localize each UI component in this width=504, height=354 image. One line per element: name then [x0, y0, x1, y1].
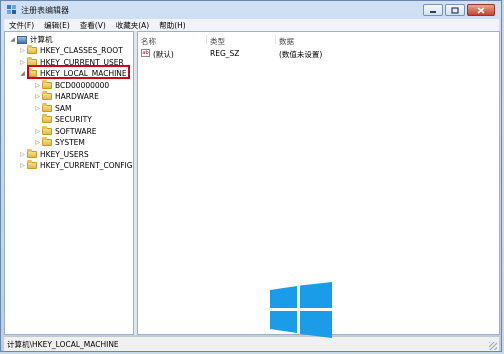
- tree-item-label: HKEY_USERS: [40, 149, 89, 159]
- folder-icon: [27, 148, 37, 158]
- folder-icon: [42, 79, 52, 89]
- computer-icon: [17, 35, 27, 44]
- watermark-url: www.win10xitong.com: [349, 321, 462, 332]
- status-path: 计算机\HKEY_LOCAL_MACHINE: [7, 340, 119, 349]
- menu-bar: 文件(F) 编辑(E) 查看(V) 收藏夹(A) 帮助(H): [4, 19, 499, 31]
- collapse-icon[interactable]: ◢: [19, 70, 26, 77]
- tree-item-label: BCD00000000: [55, 80, 110, 90]
- expand-icon[interactable]: ▷: [19, 151, 26, 158]
- value-name: (默认): [153, 50, 174, 59]
- folder-icon: [42, 125, 52, 135]
- string-value-icon: ab: [141, 49, 150, 57]
- maximize-button[interactable]: [445, 4, 465, 16]
- expand-icon[interactable]: ▷: [19, 162, 26, 169]
- watermark-title: Win10 之家: [342, 291, 474, 317]
- expand-icon[interactable]: ▷: [19, 47, 26, 54]
- menu-file[interactable]: 文件(F): [4, 19, 39, 31]
- title-bar: 注册表编辑器: [1, 1, 501, 19]
- folder-icon: [27, 160, 37, 169]
- tree-item-label: 计算机: [30, 35, 53, 44]
- table-row[interactable]: ab (默认) REG_SZ (数值未设置): [140, 48, 495, 59]
- menu-favorites[interactable]: 收藏夹(A): [111, 19, 154, 31]
- expand-icon[interactable]: ▷: [34, 82, 41, 89]
- tree-item-computer[interactable]: ◢ 计算机: [9, 34, 53, 45]
- expand-icon[interactable]: ▷: [34, 105, 41, 112]
- expand-icon[interactable]: ▷: [34, 93, 41, 100]
- folder-icon: [42, 137, 52, 146]
- expand-icon[interactable]: ▷: [34, 139, 41, 146]
- column-divider[interactable]: [275, 35, 276, 44]
- expand-icon[interactable]: ▷: [19, 59, 26, 66]
- window-title: 注册表编辑器: [21, 6, 69, 15]
- tree-item-label: HKEY_CURRENT_CONFIG: [40, 161, 133, 170]
- column-header-type[interactable]: 类型: [210, 36, 225, 47]
- maximize-icon: [451, 6, 459, 14]
- menu-view[interactable]: 查看(V): [75, 19, 111, 31]
- tree-item-hkey-users[interactable]: ▷ HKEY_USERS: [19, 148, 89, 160]
- tree-item-security[interactable]: SECURITY: [34, 114, 92, 125]
- menu-help[interactable]: 帮助(H): [154, 19, 191, 31]
- tree-item-hardware[interactable]: ▷ HARDWARE: [34, 91, 99, 102]
- close-button[interactable]: [467, 4, 495, 16]
- tree-item-label: SECURITY: [55, 115, 92, 124]
- menu-edit[interactable]: 编辑(E): [39, 19, 75, 31]
- windows-logo-icon: [270, 282, 332, 338]
- tree-item-hkey-classes-root[interactable]: ▷ HKEY_CLASSES_ROOT: [19, 45, 123, 56]
- folder-icon: [42, 102, 52, 112]
- tree-item-label: SAM: [55, 103, 72, 113]
- folder-icon: [42, 114, 52, 123]
- close-icon: [477, 6, 485, 14]
- tree-item-bcd[interactable]: ▷ BCD00000000: [34, 79, 110, 91]
- tree-item-label: HARDWARE: [55, 92, 99, 101]
- tree-item-label: SOFTWARE: [55, 126, 97, 136]
- tree-item-sam[interactable]: ▷ SAM: [34, 102, 72, 114]
- collapse-icon[interactable]: ◢: [9, 36, 16, 43]
- folder-icon: [27, 45, 37, 54]
- tree-item-software[interactable]: ▷ SOFTWARE: [34, 125, 97, 137]
- tree-item-label: SYSTEM: [55, 138, 85, 147]
- column-header-name[interactable]: 名称: [141, 36, 156, 47]
- tree-item-label: HKEY_CLASSES_ROOT: [40, 46, 123, 55]
- column-header-data[interactable]: 数据: [279, 36, 294, 47]
- folder-icon: [42, 91, 52, 100]
- tree-item-hkey-current-config[interactable]: ▷ HKEY_CURRENT_CONFIG: [19, 160, 133, 171]
- value-type: REG_SZ: [210, 49, 240, 58]
- expand-icon[interactable]: ▷: [34, 128, 41, 135]
- minimize-button[interactable]: [423, 4, 443, 16]
- minimize-icon: [430, 11, 436, 13]
- highlight-box: [27, 65, 130, 79]
- value-data: (数值未设置): [279, 50, 323, 59]
- tree-item-system[interactable]: ▷ SYSTEM: [34, 137, 85, 148]
- watermark: Win10 之家 www.win10xitong.com: [270, 276, 500, 344]
- column-divider[interactable]: [206, 35, 207, 44]
- registry-editor-icon: [7, 5, 16, 14]
